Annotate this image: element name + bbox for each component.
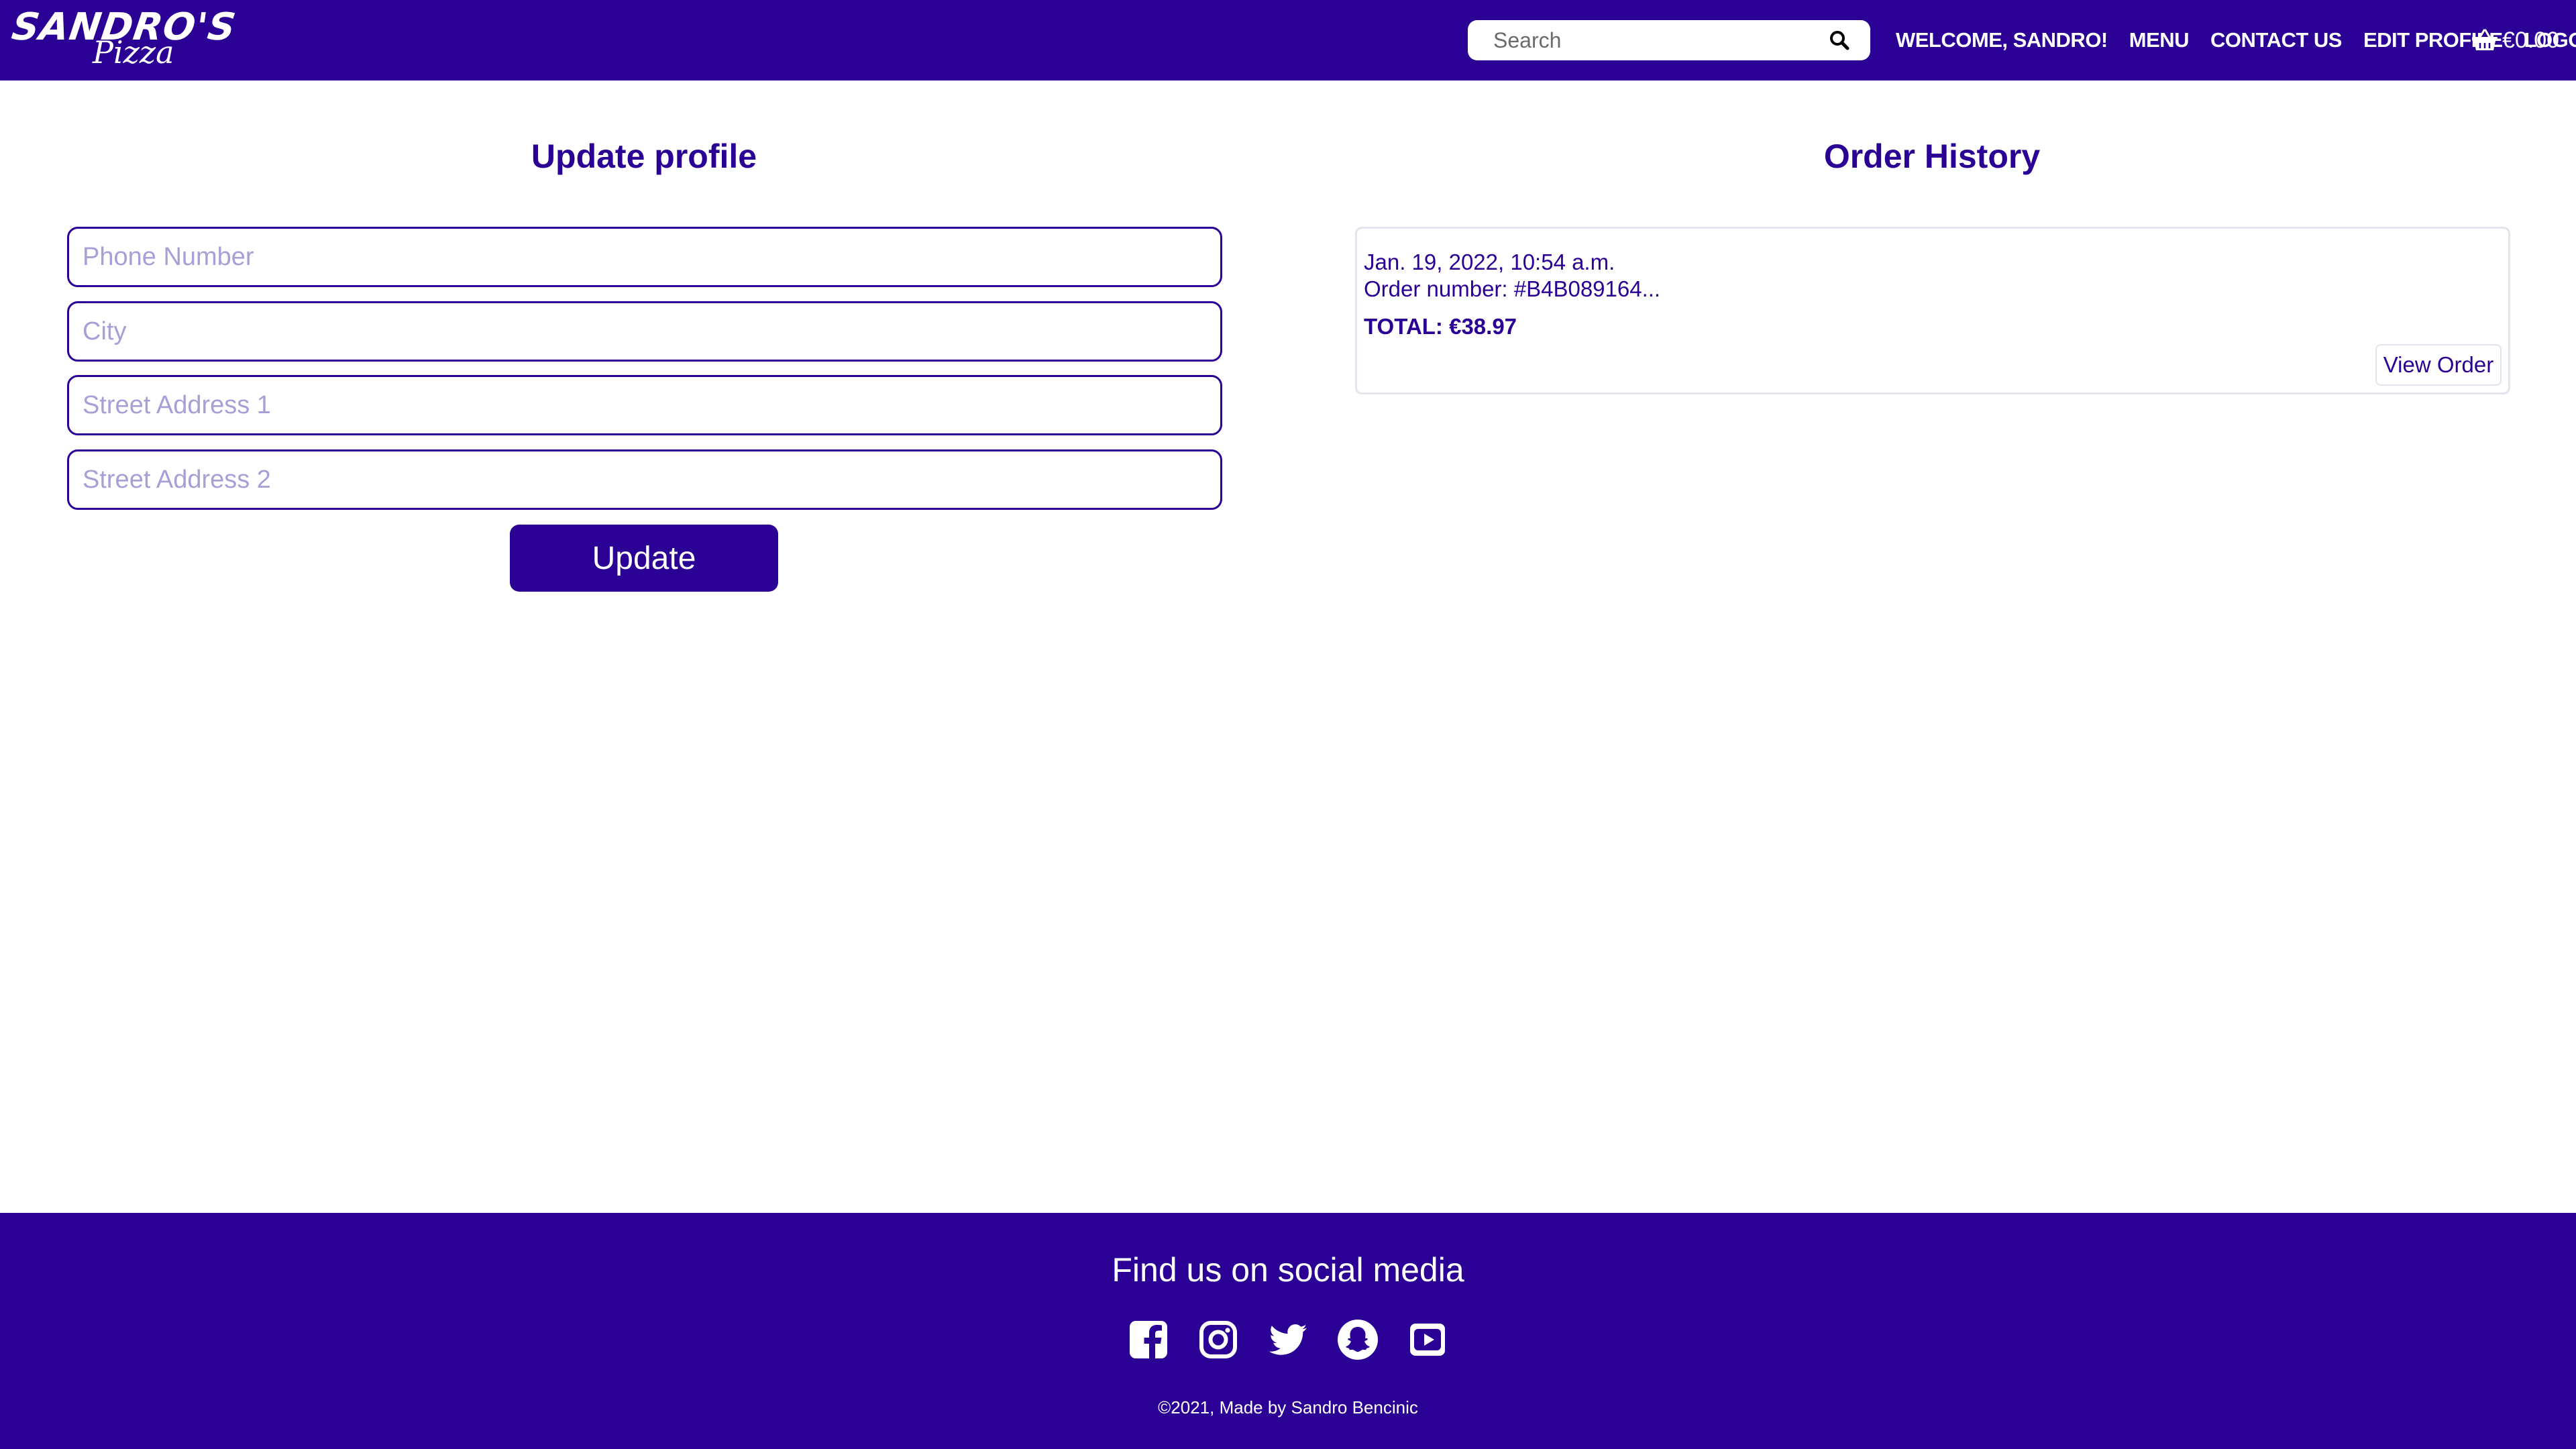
basket-icon [2472,29,2498,50]
update-profile-title: Update profile [531,138,757,175]
search-input[interactable] [1468,21,1817,59]
order-card: Jan. 19, 2022, 10:54 a.m. Order number: … [1355,227,2510,394]
order-date: Jan. 19, 2022, 10:54 a.m. [1364,250,1615,274]
social-links [1127,1316,1449,1363]
snapchat-icon[interactable] [1336,1318,1379,1361]
phone-number-input[interactable] [69,229,1220,285]
nav-welcome[interactable]: Welcome, Sandro! [1896,28,2108,52]
cart-link[interactable]: €0.00 [2471,0,2559,80]
order-total: TOTAL: €38.97 [1364,314,1517,339]
street-address-1-field [67,375,1222,435]
city-input[interactable] [69,303,1220,360]
street-address-2-input[interactable] [69,451,1220,508]
city-field [67,301,1222,362]
facebook-icon[interactable] [1127,1318,1170,1361]
copyright-text: ©2021, Made by Sandro Bencinic [1158,1397,1418,1417]
view-order-button[interactable]: View Order [2375,344,2502,386]
navbar: SANDRO'S Pizza Welcome, Sandro! Menu Con… [0,0,2576,80]
youtube-icon[interactable] [1406,1318,1449,1361]
instagram-icon[interactable] [1197,1318,1240,1361]
phone-number-field [67,227,1222,287]
footer: Find us on social media ©2021, Made by S… [0,1213,2576,1449]
street-address-2-field [67,449,1222,510]
order-history-title: Order History [1823,138,2041,175]
street-address-1-input[interactable] [69,377,1220,433]
update-button[interactable]: Update [510,525,778,592]
search-icon[interactable] [1827,28,1851,52]
twitter-icon[interactable] [1267,1318,1309,1361]
nav-menu[interactable]: Menu [2129,28,2190,52]
nav-contact-us[interactable]: Contact Us [2210,28,2342,52]
footer-title: Find us on social media [1112,1251,1464,1289]
order-number: Order number: #B4B089164... [1364,276,1661,301]
logo-subtext: Pizza [93,34,174,70]
search-bar [1468,20,1870,60]
site-logo[interactable]: SANDRO'S Pizza [9,4,239,71]
cart-total: €0.00 [2502,27,2560,53]
